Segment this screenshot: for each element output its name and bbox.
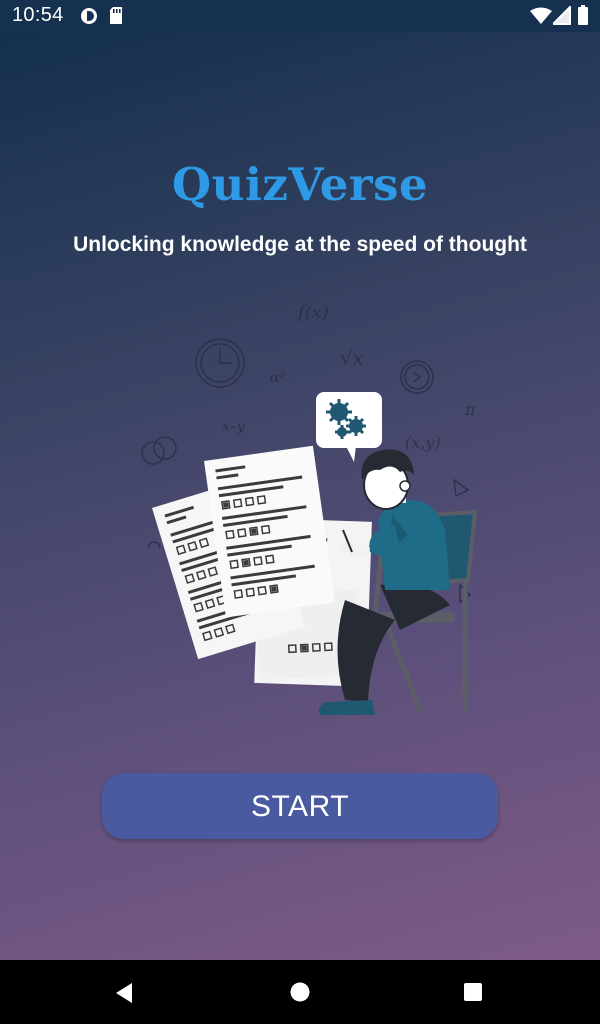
app-title: QuizVerse bbox=[171, 158, 429, 211]
cell-signal-icon bbox=[553, 6, 571, 25]
home-icon[interactable] bbox=[290, 982, 310, 1002]
navigation-bar bbox=[0, 960, 600, 1024]
svg-text:α²: α² bbox=[270, 370, 285, 386]
status-time: 10:54 bbox=[12, 4, 64, 26]
start-button[interactable]: START bbox=[102, 773, 498, 839]
back-icon[interactable] bbox=[114, 982, 134, 1004]
recents-icon[interactable] bbox=[464, 983, 482, 1001]
svg-text:√x: √x bbox=[340, 346, 364, 370]
status-bar: 10:54 bbox=[0, 0, 600, 32]
data-saver-icon bbox=[81, 8, 97, 24]
svg-text:x–y: x–y bbox=[222, 419, 246, 435]
battery-icon bbox=[578, 5, 588, 25]
wifi-icon bbox=[530, 7, 552, 24]
svg-text:π: π bbox=[464, 400, 476, 419]
gears-icon bbox=[316, 392, 382, 462]
app-tagline: Unlocking knowledge at the speed of thou… bbox=[73, 233, 527, 256]
sd-card-icon bbox=[110, 7, 122, 24]
student-solving-quiz-illustration: f(x) √x α² x–y π (x,y) bbox=[141, 302, 478, 715]
svg-text:(x,y): (x,y) bbox=[405, 433, 441, 452]
svg-text:f(x): f(x) bbox=[296, 302, 329, 323]
app-screen: 10:54 QuizVerse Unlocking knowledge at t… bbox=[0, 0, 600, 1024]
